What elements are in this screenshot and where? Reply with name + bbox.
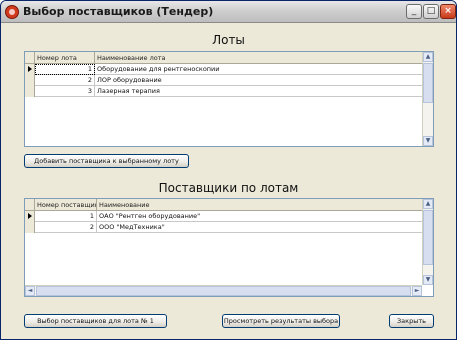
suppliers-grid[interactable]: Номер поставщика Наименование 1 ОАО "Рен… [24, 198, 434, 297]
suppliers-vertical-scrollbar[interactable]: ▲ ▼ [422, 199, 433, 285]
suppliers-indicator-header [25, 199, 35, 211]
current-row-arrow-icon [28, 213, 32, 219]
supplier-number-cell[interactable]: 2 [35, 222, 97, 233]
scroll-down-arrow-icon[interactable]: ▼ [423, 275, 433, 285]
scroll-down-arrow-icon[interactable]: ▼ [423, 136, 433, 146]
lot-number-cell[interactable]: 3 [35, 86, 95, 97]
suppliers-grid-header: Номер поставщика Наименование [25, 199, 422, 211]
select-suppliers-button[interactable]: Выбор поставщиков для лота № 1 [24, 314, 167, 328]
suppliers-scroll-thumb[interactable] [423, 210, 433, 265]
suppliers-col-name[interactable]: Наименование [97, 199, 423, 211]
window-title: Выбор поставщиков (Тендер) [23, 5, 214, 18]
lot-name-cell[interactable]: Оборудование для рентгеноскопии [95, 64, 415, 75]
row-indicator [25, 222, 35, 233]
lots-vertical-scrollbar[interactable]: ▲ ▼ [422, 52, 433, 146]
title-bar[interactable]: Выбор поставщиков (Тендер) _ □ × [1, 1, 456, 23]
suppliers-hscroll-thumb[interactable] [36, 286, 411, 296]
maximize-button[interactable]: □ [423, 4, 439, 19]
close-window-button[interactable]: × [440, 4, 456, 19]
supplier-number-cell[interactable]: 1 [35, 211, 97, 222]
lots-col-name[interactable]: Наименование лота [95, 52, 423, 64]
scroll-up-arrow-icon[interactable]: ▲ [423, 199, 433, 209]
current-row-arrow-icon [28, 66, 32, 72]
suppliers-section-title: Поставщики по лотам [158, 181, 299, 195]
close-button[interactable]: Закрыть [389, 314, 434, 328]
lot-name-cell[interactable]: ЛОР оборудование [95, 75, 415, 86]
scroll-up-arrow-icon[interactable]: ▲ [423, 52, 433, 62]
lots-section-title: Лоты [212, 33, 245, 47]
row-indicator [25, 75, 35, 86]
lot-number-cell[interactable]: 2 [35, 75, 95, 86]
supplier-name-cell[interactable]: ОАО "Рентген оборудование" [97, 211, 417, 222]
minimize-button[interactable]: _ [406, 4, 422, 19]
scroll-right-arrow-icon[interactable]: ► [412, 286, 422, 296]
add-supplier-button[interactable]: Добавить поставщика к выбранному лоту [24, 154, 189, 168]
app-icon[interactable] [5, 5, 19, 19]
lots-row[interactable]: 1 Оборудование для рентгеноскопии [25, 64, 422, 75]
suppliers-row[interactable]: 1 ОАО "Рентген оборудование" [25, 211, 422, 222]
lots-col-number[interactable]: Номер лота [35, 52, 95, 64]
supplier-name-cell[interactable]: ООО "МедТехника" [97, 222, 417, 233]
suppliers-col-number[interactable]: Номер поставщика [35, 199, 97, 211]
lot-number-cell[interactable]: 1 [35, 64, 95, 75]
suppliers-row[interactable]: 2 ООО "МедТехника" [25, 222, 422, 233]
lots-row[interactable]: 2 ЛОР оборудование [25, 75, 422, 86]
lots-indicator-header [25, 52, 35, 64]
lot-name-cell[interactable]: Лазерная терапия [95, 86, 415, 97]
lots-grid-header: Номер лота Наименование лота [25, 52, 422, 64]
lots-grid[interactable]: Номер лота Наименование лота 1 Оборудова… [24, 51, 434, 147]
view-results-button[interactable]: Просмотреть результаты выбора [222, 314, 340, 328]
scroll-left-arrow-icon[interactable]: ◄ [25, 286, 35, 296]
suppliers-horizontal-scrollbar[interactable]: ◄ ► [25, 285, 422, 296]
row-indicator [25, 64, 35, 75]
lots-scroll-thumb[interactable] [423, 63, 433, 103]
row-indicator [25, 211, 35, 222]
lots-row[interactable]: 3 Лазерная терапия [25, 86, 422, 97]
tender-window: Выбор поставщиков (Тендер) _ □ × Лоты Но… [0, 0, 457, 340]
row-indicator [25, 86, 35, 97]
